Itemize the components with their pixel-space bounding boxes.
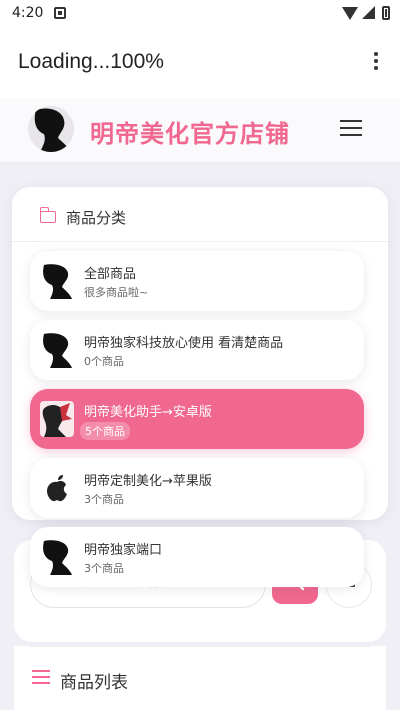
category-name: 明帝定制美化→苹果版 bbox=[84, 474, 212, 489]
more-options-icon[interactable] bbox=[364, 50, 388, 74]
silhouette-thumbnail bbox=[40, 539, 74, 575]
category-name: 明帝美化助手→安卓版 bbox=[84, 405, 212, 420]
shop-logo bbox=[28, 106, 74, 152]
wifi-icon bbox=[342, 7, 358, 20]
status-bar: 4:20 bbox=[0, 0, 400, 28]
apple-icon bbox=[40, 470, 74, 506]
page-title: Loading...100% bbox=[18, 50, 164, 73]
category-name: 明帝独家科技放心使用 看清楚商品 bbox=[84, 336, 284, 351]
category-count: 很多商品啦~ bbox=[84, 286, 149, 299]
category-item-tech[interactable]: 明帝独家科技放心使用 看清楚商品 0个商品 bbox=[30, 320, 364, 380]
product-list-header: 商品列表 bbox=[14, 646, 386, 710]
divider bbox=[30, 646, 370, 647]
silhouette-thumbnail bbox=[40, 263, 74, 299]
category-count: 3个商品 bbox=[84, 562, 124, 575]
battery-icon bbox=[382, 6, 390, 20]
category-count: 0个商品 bbox=[84, 355, 124, 368]
signal-icon bbox=[362, 6, 375, 19]
notification-icon bbox=[54, 7, 66, 19]
category-item-ios[interactable]: 明帝定制美化→苹果版 3个商品 bbox=[30, 458, 364, 518]
category-title: 商品分类 bbox=[66, 209, 127, 227]
category-item-port[interactable]: 明帝独家端口 3个商品 bbox=[30, 527, 364, 587]
shop-name: 明帝美化官方店铺 bbox=[90, 120, 290, 148]
category-name: 明帝独家端口 bbox=[84, 543, 163, 558]
list-icon bbox=[32, 670, 50, 684]
category-count: 3个商品 bbox=[84, 493, 124, 506]
photo-thumbnail bbox=[40, 401, 74, 437]
status-time: 4:20 bbox=[12, 5, 44, 21]
category-header: 商品分类 bbox=[12, 187, 388, 242]
app-bar: Loading...100% bbox=[0, 28, 400, 98]
folder-icon bbox=[39, 207, 56, 223]
category-name: 全部商品 bbox=[84, 267, 137, 282]
category-item-android[interactable]: 明帝美化助手→安卓版 5个商品 bbox=[30, 389, 364, 449]
category-count-badge: 5个商品 bbox=[80, 422, 130, 440]
hamburger-menu-icon[interactable] bbox=[340, 120, 362, 136]
product-list-title: 商品列表 bbox=[60, 673, 128, 693]
category-item-all[interactable]: 全部商品 很多商品啦~ bbox=[30, 251, 364, 311]
silhouette-thumbnail bbox=[40, 332, 74, 368]
shop-header: 明帝美化官方店铺 bbox=[0, 98, 400, 163]
